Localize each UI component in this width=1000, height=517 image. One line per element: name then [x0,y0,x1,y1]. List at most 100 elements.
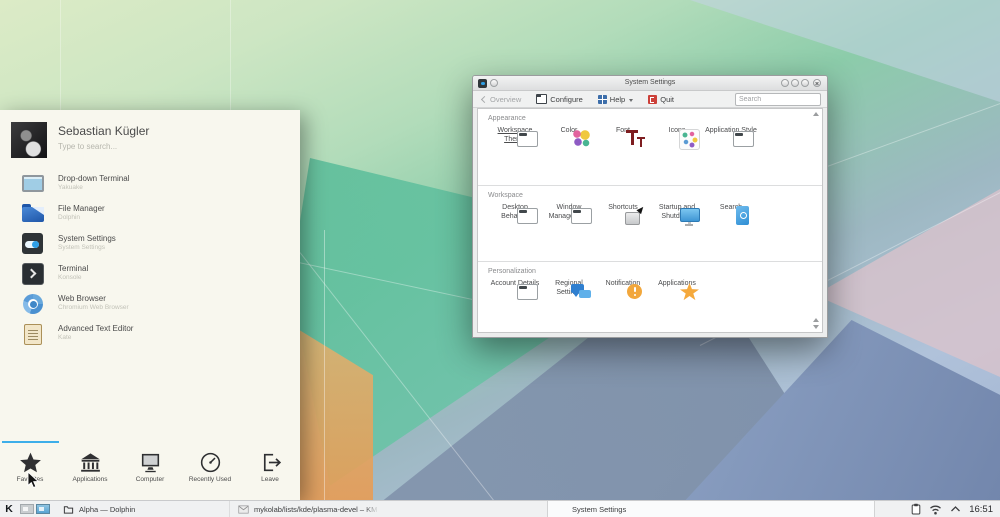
user-avatar[interactable] [11,122,47,158]
system-settings-task-icon [556,504,567,515]
toolbar: Overview Configure Help Quit [473,91,827,108]
window-title: System Settings [473,79,827,86]
launcher-tab-bar: Favorites Applications Computer [0,441,300,496]
tile-shortcuts[interactable]: Shortcuts [596,204,650,222]
clipboard-icon[interactable] [911,503,921,515]
item-label: File Manager [58,204,105,213]
task-label: mykolab/lists/kde/plasma-devel – KM [254,505,377,514]
dolphin-folder-icon [21,202,45,226]
tile-label: Applications [650,280,704,289]
user-name: Sebastian Kügler [58,124,149,138]
chevron-up-icon[interactable] [950,505,961,513]
configure-label: Configure [550,95,583,104]
overview-back-button[interactable]: Overview [482,95,521,104]
tile-workspace-theme[interactable]: Workspace Theme [488,127,542,145]
wifi-icon[interactable] [929,504,942,515]
chromium-icon [21,292,45,316]
tile-startup-shutdown[interactable]: Startup and Shutdown [650,204,704,222]
maximize-button[interactable] [801,79,809,87]
taskbar: K Alpha — Dolphin mykolab/lists/kde/plas… [0,500,1000,517]
help-button[interactable]: Help [598,95,633,104]
shade-button[interactable] [781,79,789,87]
tab-computer[interactable]: Computer [120,450,180,483]
tile-font[interactable]: Font [596,127,650,145]
tab-label: Computer [120,476,180,483]
pager-desktop-1[interactable] [20,504,34,514]
launcher-search-hint[interactable]: Type to search... [58,142,117,151]
item-sublabel: Konsole [58,274,82,281]
tile-application-style[interactable]: Application Style [704,127,758,145]
system-tray: 16:51 [911,503,1000,515]
virtual-desktop-pager [20,504,50,514]
tab-applications[interactable]: Applications [60,450,120,483]
scroll-down-icon[interactable] [813,325,819,329]
dolphin-task-icon [63,504,74,515]
list-item-dropdown-terminal[interactable]: Drop-down Terminal Yakuake [0,170,300,200]
tab-recently-used[interactable]: Recently Used [180,450,240,483]
tile-regional-settings[interactable]: Regional Settings [542,280,596,298]
task-system-settings[interactable]: System Settings [547,501,875,517]
clock[interactable]: 16:51 [969,504,993,515]
item-label: Drop-down Terminal [58,174,129,183]
section-appearance: Appearance Workspace Theme Color Font [478,109,822,186]
item-label: System Settings [58,234,116,243]
tab-label: Applications [60,476,120,483]
tile-color[interactable]: Color [542,127,596,145]
task-dolphin[interactable]: Alpha — Dolphin [55,501,229,517]
tile-desktop-behavior[interactable]: Desktop Behavior [488,204,542,222]
mouse-cursor [27,471,41,490]
item-sublabel: Yakuake [58,184,83,191]
close-button[interactable] [813,79,821,87]
monitor-icon [138,450,163,475]
section-title: Workspace [488,192,814,199]
application-launcher-popup: Sebastian Kügler Type to search... Drop-… [0,110,300,500]
bank-icon [78,450,103,475]
section-workspace: Workspace Desktop Behavior Window Manage… [478,186,822,262]
tile-label: Search [704,204,758,213]
scroll-up-icon[interactable] [813,112,819,116]
desktop: Sebastian Kügler Type to search... Drop-… [0,0,1000,517]
konsole-icon [21,262,45,286]
clock-icon [198,450,223,475]
list-item-text-editor[interactable]: Advanced Text Editor Kate [0,320,300,350]
kde-launcher-button[interactable]: K [0,503,18,515]
quit-label: Quit [660,95,674,104]
tab-leave[interactable]: Leave [240,450,300,483]
list-item-system-settings[interactable]: System Settings System Settings [0,230,300,260]
item-sublabel: Chromium Web Browser [58,304,129,311]
list-item-terminal[interactable]: Terminal Konsole [0,260,300,290]
quit-icon [648,95,657,104]
item-label: Terminal [58,264,88,273]
item-sublabel: Kate [58,334,71,341]
tile-applications[interactable]: Applications [650,280,704,298]
list-item-web-browser[interactable]: Web Browser Chromium Web Browser [0,290,300,320]
minimize-button[interactable] [791,79,799,87]
pager-desktop-2[interactable] [36,504,50,514]
task-label: System Settings [572,505,626,514]
system-settings-window: System Settings Overview Configure Help [472,75,828,338]
chevron-left-icon [481,95,488,102]
quit-button[interactable]: Quit [648,95,674,104]
back-label: Overview [490,95,521,104]
titlebar[interactable]: System Settings [473,76,827,91]
tile-label: Font [596,127,650,136]
configure-button[interactable]: Configure [536,94,583,104]
item-label: Advanced Text Editor [58,324,133,333]
list-item-file-manager[interactable]: File Manager Dolphin [0,200,300,230]
item-sublabel: Dolphin [58,214,80,221]
settings-content: Appearance Workspace Theme Color Font [477,108,823,333]
kmail-task-icon [238,504,249,515]
tile-notification[interactable]: Notification [596,280,650,298]
configure-icon [536,94,547,104]
tile-icons[interactable]: Icons [650,127,704,145]
scroll-up-icon[interactable] [813,318,819,322]
tile-window-management[interactable]: Window Management [542,204,596,222]
system-settings-icon [21,232,45,256]
task-label: Alpha — Dolphin [79,505,135,514]
settings-search-input[interactable] [735,93,821,106]
exit-icon [258,450,283,475]
task-kmail[interactable]: mykolab/lists/kde/plasma-devel – KM [229,501,547,517]
help-icon [598,95,607,104]
tile-search[interactable]: Search [704,204,758,222]
tile-account-details[interactable]: Account Details [488,280,542,298]
